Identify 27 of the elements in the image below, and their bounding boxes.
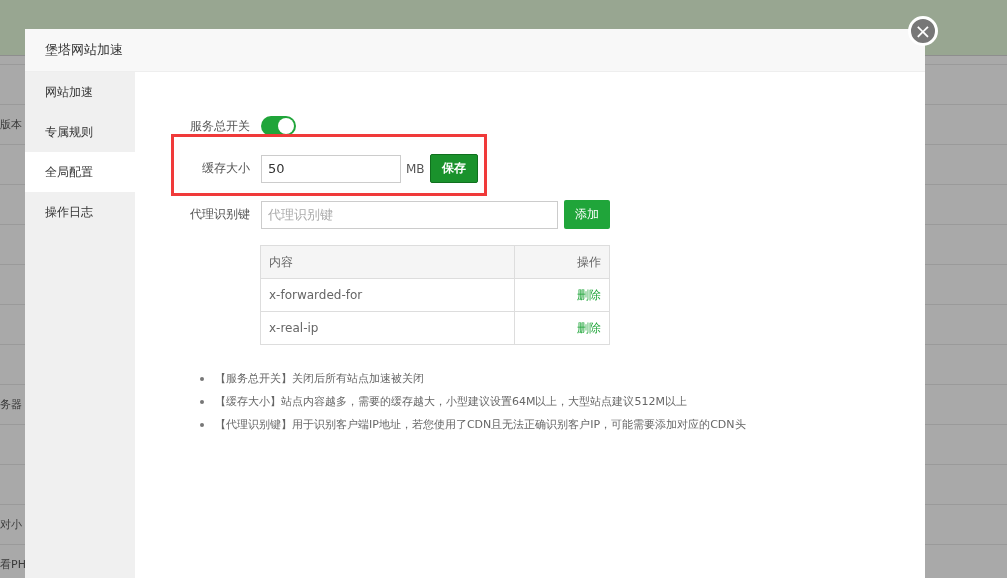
field-label: 缓存大小 <box>201 160 250 177</box>
background-text: 看PH <box>0 557 26 572</box>
bullet-icon <box>200 399 204 404</box>
note-text: 【缓存大小】站点内容越多，需要的缓存越大，小型建议设置64M以上，大型站点建议512M以上 <box>215 394 687 409</box>
toggle-switch[interactable] <box>261 116 296 136</box>
table-cell: x-forwarded-for <box>260 278 515 312</box>
input-field[interactable]: 代理识别键 <box>261 200 558 229</box>
field-label: 代理识别键 <box>189 206 250 223</box>
unit-label: MB <box>406 161 425 176</box>
field-label: 服务总开关 <box>189 117 250 135</box>
note-text: 【代理识别键】用于识别客户端IP地址，若您使用了CDN且无法正确识别客户IP，可能需要添加对应的CDN头 <box>215 417 746 432</box>
sidebar-item[interactable]: 操作日志 <box>25 192 135 232</box>
save-button[interactable]: 保存 <box>429 154 478 183</box>
note-text: 【服务总开关】关闭后所有站点加速被关闭 <box>215 371 424 386</box>
bullet-icon <box>200 422 204 427</box>
dialog-title: 堡塔网站加速 <box>45 41 123 59</box>
column-header: 内容 <box>260 245 515 279</box>
sidebar-item[interactable]: 专属规则 <box>25 112 135 152</box>
background-text: 版本 <box>0 117 22 132</box>
table-cell: x-real-ip <box>260 311 515 345</box>
background-text: 对小 <box>0 517 22 532</box>
background-text: 务器 <box>0 397 22 412</box>
sidebar-item[interactable]: 网站加速 <box>25 72 135 112</box>
bullet-icon <box>200 376 204 381</box>
input-field[interactable]: 50 <box>261 154 401 183</box>
column-header: 操作 <box>514 245 610 279</box>
sidebar-item[interactable]: 全局配置 <box>25 152 135 192</box>
